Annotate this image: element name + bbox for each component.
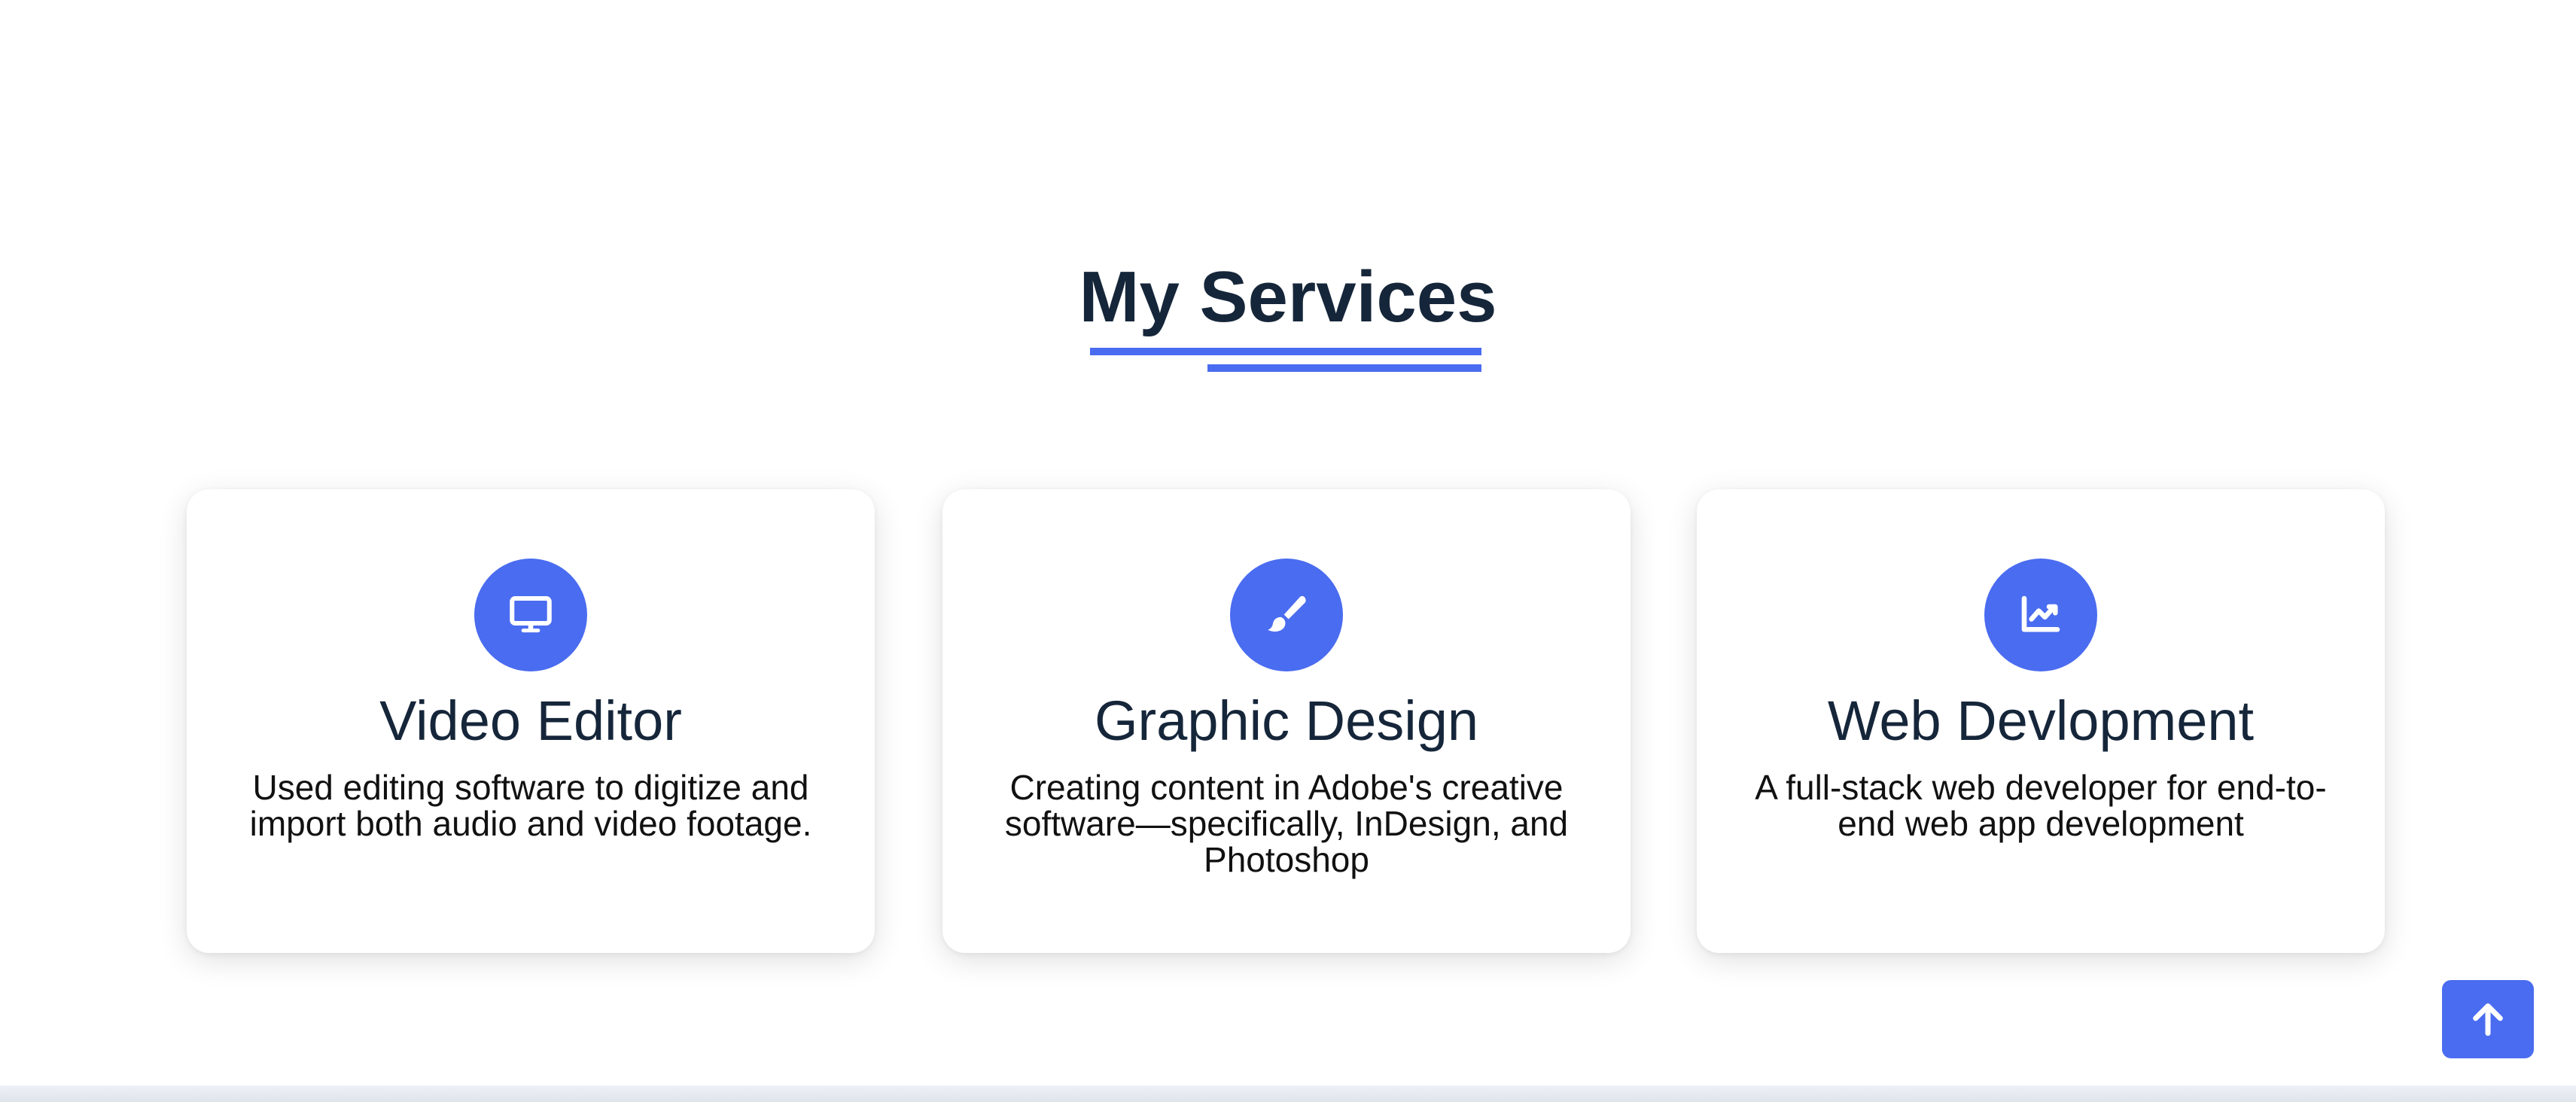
- service-title: Web Devlopment: [1827, 690, 2255, 752]
- bottom-edge-bar: [0, 1085, 2576, 1102]
- service-title: Graphic Design: [1094, 690, 1478, 752]
- monitor-icon: [474, 559, 587, 671]
- service-card-video-editor: Video Editor Used editing software to di…: [187, 489, 875, 953]
- scroll-to-top-button[interactable]: [2442, 980, 2534, 1058]
- chart-line-icon: [1984, 559, 2097, 671]
- title-underline-short: [1207, 364, 1481, 372]
- title-underline-long: [1090, 348, 1481, 355]
- service-description: Creating content in Adobe's creative sof…: [1004, 768, 1569, 879]
- paintbrush-icon: [1230, 559, 1343, 671]
- arrow-up-icon: [2473, 1003, 2503, 1037]
- service-description: Used editing software to digitize and im…: [249, 768, 812, 843]
- service-card-graphic-design: Graphic Design Creating content in Adobe…: [942, 489, 1631, 953]
- service-card-web-development: Web Devlopment A full-stack web develope…: [1697, 489, 2385, 953]
- section-title: My Services: [1079, 257, 1497, 337]
- services-page: My Services Video Editor Used editing so…: [0, 0, 2576, 1102]
- service-title: Video Editor: [379, 690, 682, 752]
- service-description: A full-stack web developer for end-to-en…: [1755, 768, 2327, 843]
